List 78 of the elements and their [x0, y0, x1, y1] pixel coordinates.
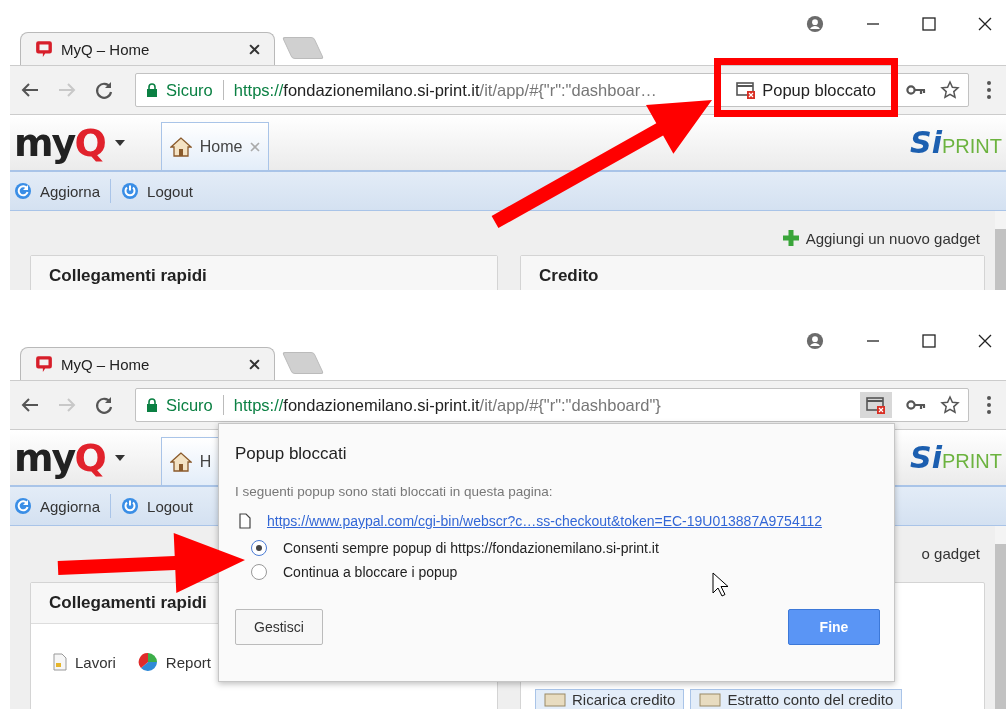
star-icon[interactable]: [940, 395, 960, 415]
key-icon[interactable]: [906, 84, 926, 96]
lock-icon: [146, 398, 158, 412]
power-icon: [121, 497, 140, 515]
caret-icon[interactable]: [114, 454, 125, 461]
browser-tab[interactable]: MyQ – Home: [20, 32, 275, 65]
quick-link[interactable]: Lavori: [53, 652, 116, 672]
refresh-icon: [14, 497, 32, 515]
credit-button[interactable]: Estratto conto del credito: [690, 689, 903, 709]
maximize-icon[interactable]: [922, 334, 936, 348]
plus-icon: [781, 229, 800, 247]
radio-option[interactable]: Consenti sempre popup di https://fondazionemilano.si-print.it: [235, 540, 880, 556]
menu-icon[interactable]: [986, 395, 992, 415]
brand-logo: SiPRINT: [910, 440, 1002, 475]
add-gadget-link[interactable]: Aggiungi un nuovo gadget: [781, 227, 980, 249]
close-icon[interactable]: [978, 334, 992, 348]
radio-button[interactable]: [251, 540, 267, 556]
caret-icon[interactable]: [114, 139, 125, 146]
reload-icon[interactable]: [94, 395, 114, 415]
address-field[interactable]: Sicuro https://fondazionemilano.si-print.it/it/app/#{"r":"dashboar… Popup bloccato: [135, 73, 969, 107]
card-title: Collegamenti rapidi: [31, 256, 497, 290]
mouse-cursor-icon: [712, 572, 729, 597]
close-icon[interactable]: [249, 43, 260, 55]
reload-icon[interactable]: [94, 80, 114, 100]
house-icon: [169, 451, 192, 472]
blocked-window-icon: [736, 81, 757, 99]
dialog-button[interactable]: Gestisci: [235, 609, 323, 645]
dialog-message: I seguenti popup sono stati bloccati in questa pagina:: [235, 484, 554, 499]
option-label: Continua a bloccare i popup: [283, 564, 458, 580]
address-field[interactable]: Sicuro https://fondazionemilano.si-print.it/it/app/#{"r":"dashboard"}: [135, 388, 969, 422]
add-gadget-link[interactable]: o gadget: [921, 542, 980, 564]
speech-bubble-icon: [35, 40, 53, 58]
toolbar-button[interactable]: Logout: [119, 495, 195, 517]
blocked-window-icon: [866, 396, 886, 414]
tab-title: MyQ – Home: [61, 40, 151, 58]
url-text: https://fondazionemilano.si-print.it/it/app/#{"r":"dashboard"}: [233, 395, 661, 415]
maximize-icon[interactable]: [922, 17, 936, 31]
pie-chart-icon: [137, 652, 158, 672]
dialog-title: Popup bloccati: [235, 444, 348, 464]
refresh-icon: [14, 182, 32, 200]
close-icon[interactable]: [978, 17, 992, 31]
url-text: https://fondazionemilano.si-print.it/it/app/#{"r":"dashboar…: [233, 80, 657, 100]
toolbar-button[interactable]: Logout: [119, 180, 195, 202]
scrollbar[interactable]: [995, 526, 1006, 709]
power-icon: [121, 182, 140, 200]
star-icon[interactable]: [940, 80, 960, 100]
card-title: Credito: [521, 256, 984, 290]
radio-option[interactable]: Continua a bloccare i popup: [235, 564, 880, 580]
credit-button[interactable]: Ricarica credito: [535, 689, 685, 709]
secure-label: Sicuro: [166, 80, 213, 100]
home-tab[interactable]: Home: [160, 122, 270, 170]
profile-icon[interactable]: [806, 332, 824, 350]
card-icon: [544, 692, 566, 707]
brand-logo: SiPRINT: [910, 125, 1002, 160]
popup-link[interactable]: https://www.paypal.com/cgi-bin/webscr?c…ss-checkout&token=EC-19U013887A9754112: [267, 513, 822, 529]
home-tab[interactable]: H: [160, 437, 221, 485]
menu-icon[interactable]: [986, 80, 992, 100]
popup-blocked-indicator[interactable]: [860, 392, 892, 418]
radio-button[interactable]: [251, 564, 267, 580]
key-icon[interactable]: [906, 399, 926, 411]
house-icon: [169, 136, 192, 157]
toolbar-button[interactable]: Aggiorna: [12, 180, 103, 202]
option-label: Consenti sempre popup di https://fondazionemilano.si-print.it: [283, 540, 659, 556]
browser-tab[interactable]: MyQ – Home: [20, 347, 275, 380]
lock-icon: [146, 83, 158, 97]
close-icon[interactable]: [249, 358, 260, 370]
profile-icon[interactable]: [806, 15, 824, 33]
app-logo[interactable]: myQ: [14, 435, 105, 480]
secure-label: Sicuro: [166, 395, 213, 415]
quick-link[interactable]: Report: [137, 652, 211, 672]
speech-bubble-icon: [35, 355, 53, 373]
page-icon: [239, 513, 251, 529]
popup-blocked-indicator[interactable]: Popup bloccato: [730, 76, 882, 104]
app-logo[interactable]: myQ: [14, 120, 105, 165]
toolbar-button[interactable]: Aggiorna: [12, 495, 103, 517]
tab-title: MyQ – Home: [61, 355, 151, 373]
card-icon: [699, 692, 722, 707]
document-icon: [53, 653, 67, 671]
